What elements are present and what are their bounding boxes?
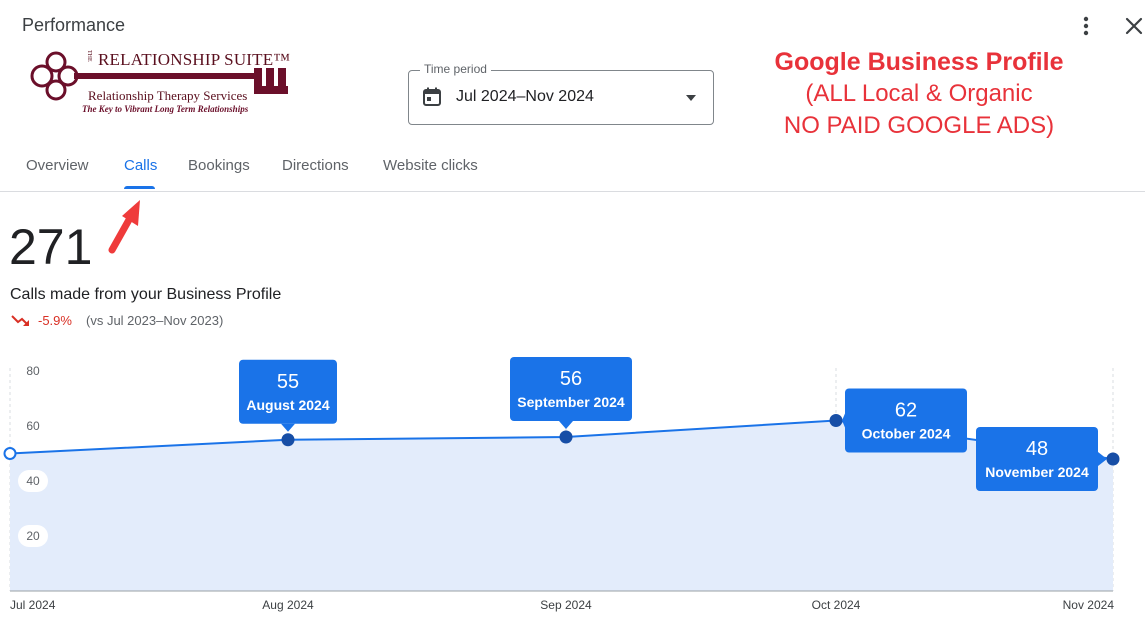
data-point-marker [281, 433, 295, 447]
annotation-text: Google Business Profile (ALL Local & Org… [730, 46, 1108, 142]
arrow-annotation-icon [108, 200, 140, 254]
x-tick-label: Oct 2024 [812, 598, 861, 612]
y-tick-label: 80 [26, 364, 40, 378]
tooltip-month: August 2024 [246, 397, 329, 413]
tab-overview[interactable]: Overview [26, 157, 89, 174]
x-tick-label: Sep 2024 [540, 598, 592, 612]
dropdown-arrow-icon[interactable] [684, 93, 698, 103]
y-tick-label: 60 [26, 419, 40, 433]
tooltip-pointer [281, 423, 295, 432]
data-point-marker [3, 447, 17, 460]
tooltip-month: October 2024 [862, 426, 951, 442]
active-tab-indicator [124, 186, 155, 189]
tooltip-month: November 2024 [985, 464, 1089, 480]
tab-directions[interactable]: Directions [282, 157, 349, 174]
tab-bookings[interactable]: Bookings [188, 157, 250, 174]
x-tick-label: Nov 2024 [1063, 598, 1115, 612]
x-tick-label: Jul 2024 [10, 598, 56, 612]
tooltip-value: 48 [1026, 438, 1048, 460]
tooltip-month: September 2024 [517, 394, 625, 410]
data-point-marker [559, 430, 573, 444]
change-percent: -5.9% [38, 313, 72, 328]
data-point-marker [829, 414, 843, 427]
y-tick-label: 40 [26, 474, 40, 488]
comparison-period: (vs Jul 2023–Nov 2023) [86, 313, 224, 328]
tooltip-value: 55 [277, 371, 299, 393]
tooltip-value: 56 [560, 368, 582, 390]
time-period-label: Time period [420, 62, 491, 76]
more-vert-icon[interactable] [1075, 14, 1097, 38]
data-point-marker [1106, 452, 1120, 466]
close-icon[interactable] [1122, 14, 1145, 38]
calls-total: 271 [9, 219, 93, 275]
calls-description: Calls made from your Business Profile [10, 286, 282, 303]
y-tick-label: 20 [26, 529, 40, 543]
x-tick-label: Aug 2024 [262, 598, 314, 612]
tab-calls[interactable]: Calls [124, 157, 157, 174]
tab-bar: Overview Calls Bookings Directions Websi… [0, 145, 1145, 192]
tooltip-pointer [559, 421, 573, 429]
annotation-line-2: (ALL Local & Organic [805, 80, 1033, 107]
annotation-line-3: NO PAID GOOGLE ADS) [783, 112, 1055, 139]
page-title: Performance [22, 15, 126, 35]
annotation-line-1: Google Business Profile [774, 48, 1064, 76]
tooltip-value: 62 [895, 400, 917, 422]
tab-website-clicks[interactable]: Website clicks [383, 157, 478, 174]
time-period-value: Jul 2024–Nov 2024 [456, 88, 594, 105]
calendar-icon [423, 87, 441, 106]
trending-down-icon [11, 315, 29, 326]
calls-chart: 80 60 40 20 Jul 2024 Aug 2024 Sep 2024 Oct 2024… [3, 357, 1120, 612]
